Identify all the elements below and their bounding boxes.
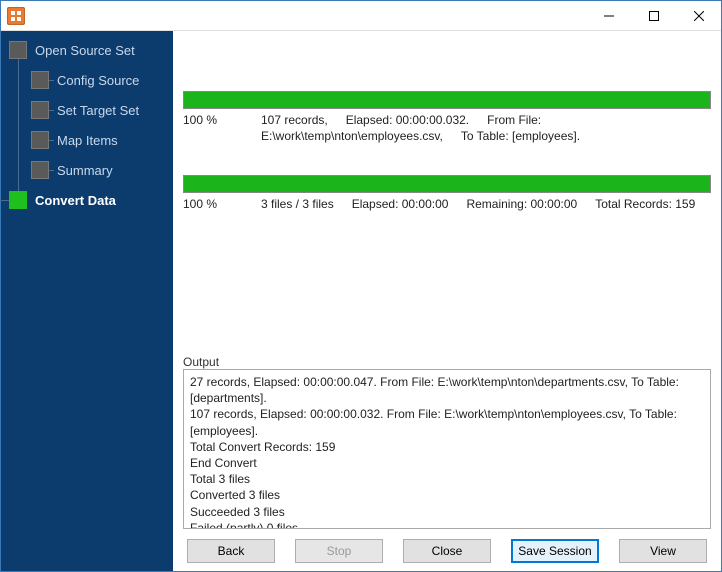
sidebar-item-config-source[interactable]: Config Source xyxy=(31,71,173,89)
main-panel: 100 % 107 records, Elapsed: 00:00:00.032… xyxy=(173,31,721,571)
sidebar-item-convert-data[interactable]: Convert Data xyxy=(9,191,173,209)
sidebar-item-set-target-set[interactable]: Set Target Set xyxy=(31,101,173,119)
output-line: Total Convert Records: 159 xyxy=(190,439,704,455)
output-line: Total 3 files xyxy=(190,471,704,487)
view-button[interactable]: View xyxy=(619,539,707,563)
step-icon xyxy=(9,191,27,209)
sidebar-item-map-items[interactable]: Map Items xyxy=(31,131,173,149)
sidebar-item-label: Map Items xyxy=(57,133,118,148)
save-session-button[interactable]: Save Session xyxy=(511,539,599,563)
output-label: Output xyxy=(183,355,711,369)
total-progress-section: 100 % 3 files / 3 files Elapsed: 00:00:0… xyxy=(183,175,711,213)
close-button-action[interactable]: Close xyxy=(403,539,491,563)
file-progress-from-label: From File: xyxy=(487,113,541,127)
output-line: 27 records, Elapsed: 00:00:00.047. From … xyxy=(190,374,704,406)
total-progress-remaining: Remaining: 00:00:00 xyxy=(466,197,577,211)
back-button[interactable]: Back xyxy=(187,539,275,563)
sidebar-item-label: Summary xyxy=(57,163,113,178)
total-progress-total: Total Records: 159 xyxy=(595,197,695,211)
step-icon xyxy=(31,131,49,149)
sidebar-item-label: Set Target Set xyxy=(57,103,139,118)
file-progress-percent: 100 % xyxy=(183,113,243,127)
sidebar-item-summary[interactable]: Summary xyxy=(31,161,173,179)
total-progress-files: 3 files / 3 files xyxy=(261,197,334,211)
output-line: End Convert xyxy=(190,455,704,471)
total-progress-elapsed: Elapsed: 00:00:00 xyxy=(352,197,449,211)
titlebar xyxy=(1,1,721,31)
step-icon xyxy=(9,41,27,59)
sidebar-item-label: Open Source Set xyxy=(35,43,135,58)
file-progress-from-value: E:\work\temp\nton\employees.csv, xyxy=(261,129,443,143)
step-icon xyxy=(31,101,49,119)
minimize-button[interactable] xyxy=(586,1,631,30)
sidebar-item-label: Convert Data xyxy=(35,193,116,208)
output-line: Failed (partly) 0 files xyxy=(190,520,704,529)
stop-button[interactable]: Stop xyxy=(295,539,383,563)
wizard-sidebar: Open Source Set Config Source Set Target… xyxy=(1,31,173,571)
maximize-button[interactable] xyxy=(631,1,676,30)
step-icon xyxy=(31,161,49,179)
step-icon xyxy=(31,71,49,89)
close-button[interactable] xyxy=(676,1,721,30)
file-progress-records: 107 records, xyxy=(261,113,328,127)
total-progress-percent: 100 % xyxy=(183,197,243,211)
file-progress-section: 100 % 107 records, Elapsed: 00:00:00.032… xyxy=(183,91,711,145)
button-row: Back Stop Close Save Session View xyxy=(183,539,711,563)
file-progress-elapsed: Elapsed: 00:00:00.032. xyxy=(346,113,469,127)
sidebar-item-open-source-set[interactable]: Open Source Set xyxy=(9,41,173,59)
sidebar-item-label: Config Source xyxy=(57,73,139,88)
output-log[interactable]: 27 records, Elapsed: 00:00:00.047. From … xyxy=(183,369,711,529)
output-line: 107 records, Elapsed: 00:00:00.032. From… xyxy=(190,406,704,438)
file-progress-to: To Table: [employees]. xyxy=(461,129,580,143)
output-line: Converted 3 files xyxy=(190,487,704,503)
app-icon xyxy=(7,7,25,25)
file-progress-bar xyxy=(183,91,711,109)
output-line: Succeeded 3 files xyxy=(190,504,704,520)
total-progress-bar xyxy=(183,175,711,193)
